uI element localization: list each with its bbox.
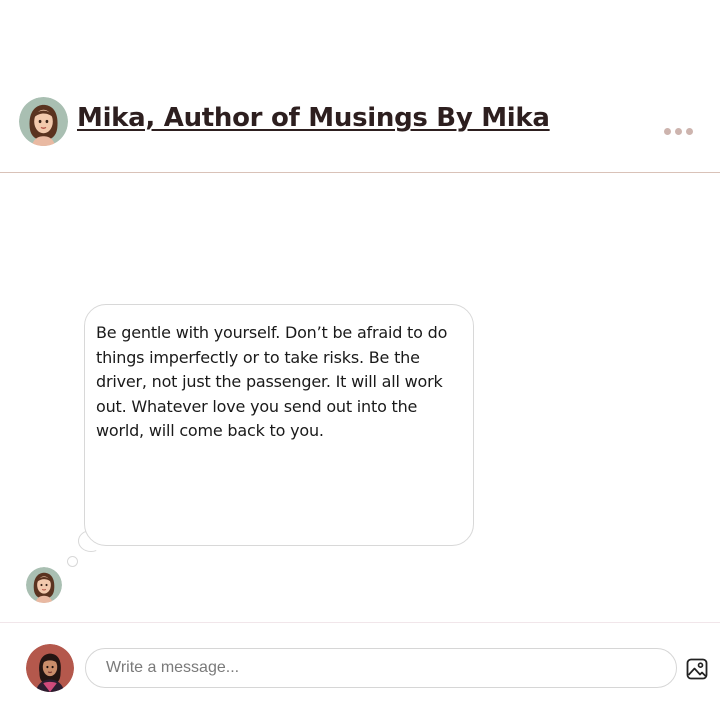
sender-avatar[interactable]: [26, 567, 62, 603]
user-avatar[interactable]: [26, 644, 74, 692]
more-options-button[interactable]: [664, 124, 698, 138]
ellipsis-icon: [686, 127, 693, 135]
thought-bubble-dot: [67, 556, 78, 567]
message-text: Be gentle with yourself. Don’t be afraid…: [96, 323, 448, 440]
author-avatar[interactable]: [19, 97, 68, 146]
conversation-header: Mika, Author of Musings By Mika: [0, 0, 720, 173]
ellipsis-icon: [664, 127, 671, 135]
message-bubble: Be gentle with yourself. Don’t be afraid…: [84, 304, 474, 546]
page-title[interactable]: Mika, Author of Musings By Mika: [77, 103, 550, 133]
image-icon: [686, 658, 708, 680]
message-input[interactable]: [85, 648, 677, 688]
attach-image-button[interactable]: [686, 658, 708, 680]
ellipsis-icon: [675, 127, 682, 135]
